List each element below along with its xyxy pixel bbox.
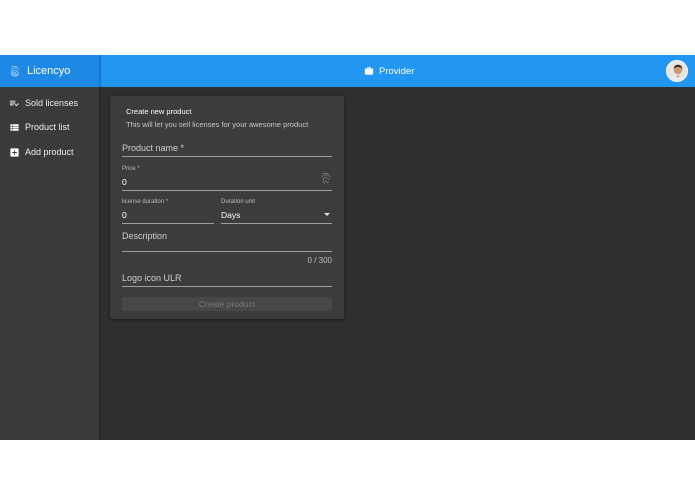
duration-unit-value: Days [221,210,241,220]
store-icon [364,66,374,76]
create-product-button[interactable]: Create product [122,297,332,311]
brand[interactable]: Licencyo [0,55,101,87]
top-bar: Licencyo Provider [0,55,695,87]
sidebar-item-add-product[interactable]: Add product [0,143,100,161]
sidebar-item-product-list[interactable]: Product list [0,118,100,136]
app-window: Licencyo Provider Sold licenses Product … [0,55,695,440]
card-title: Create new product [126,107,192,116]
license-duration-field[interactable]: license duration * 0 [122,199,214,224]
price-field[interactable]: Price * 0 [122,166,332,191]
fingerprint-icon [8,65,21,78]
price-value: 0 [122,177,127,187]
logo-url-field[interactable]: Logo icon ULR [122,271,332,287]
page-title: Provider [364,55,414,87]
price-label: Price * [122,166,140,172]
avatar[interactable] [666,60,688,82]
playlist-check-icon [9,98,20,109]
description-label: Description [122,231,168,241]
card-subtitle: This will let you sell licenses for your… [126,120,309,129]
logo-url-label: Logo icon ULR [122,273,182,283]
license-duration-label: license duration * [122,199,169,205]
brand-name: Licencyo [27,65,71,77]
fingerprint-icon [319,172,332,185]
duration-unit-label: Duration unit [221,199,256,205]
description-counter: 0 / 300 [307,256,332,265]
sidebar-item-sold-licenses[interactable]: Sold licenses [0,94,100,112]
product-name-field[interactable]: Product name * [122,140,332,157]
page-title-text: Provider [379,65,415,77]
description-field[interactable]: Description [122,229,332,252]
sidebar-item-label: Add product [25,147,74,157]
sidebar-item-label: Product list [25,122,70,132]
create-product-card: Create new product This will let you sel… [110,96,344,319]
product-name-label: Product name * [122,143,185,153]
sidebar: Sold licenses Product list Add product [0,87,101,440]
sidebar-item-label: Sold licenses [25,98,79,108]
duration-unit-select[interactable]: Duration unit Days [221,199,332,224]
plus-box-icon [9,147,20,158]
chevron-down-icon [324,213,330,216]
license-duration-value: 0 [122,210,127,220]
view-list-icon [9,122,20,133]
